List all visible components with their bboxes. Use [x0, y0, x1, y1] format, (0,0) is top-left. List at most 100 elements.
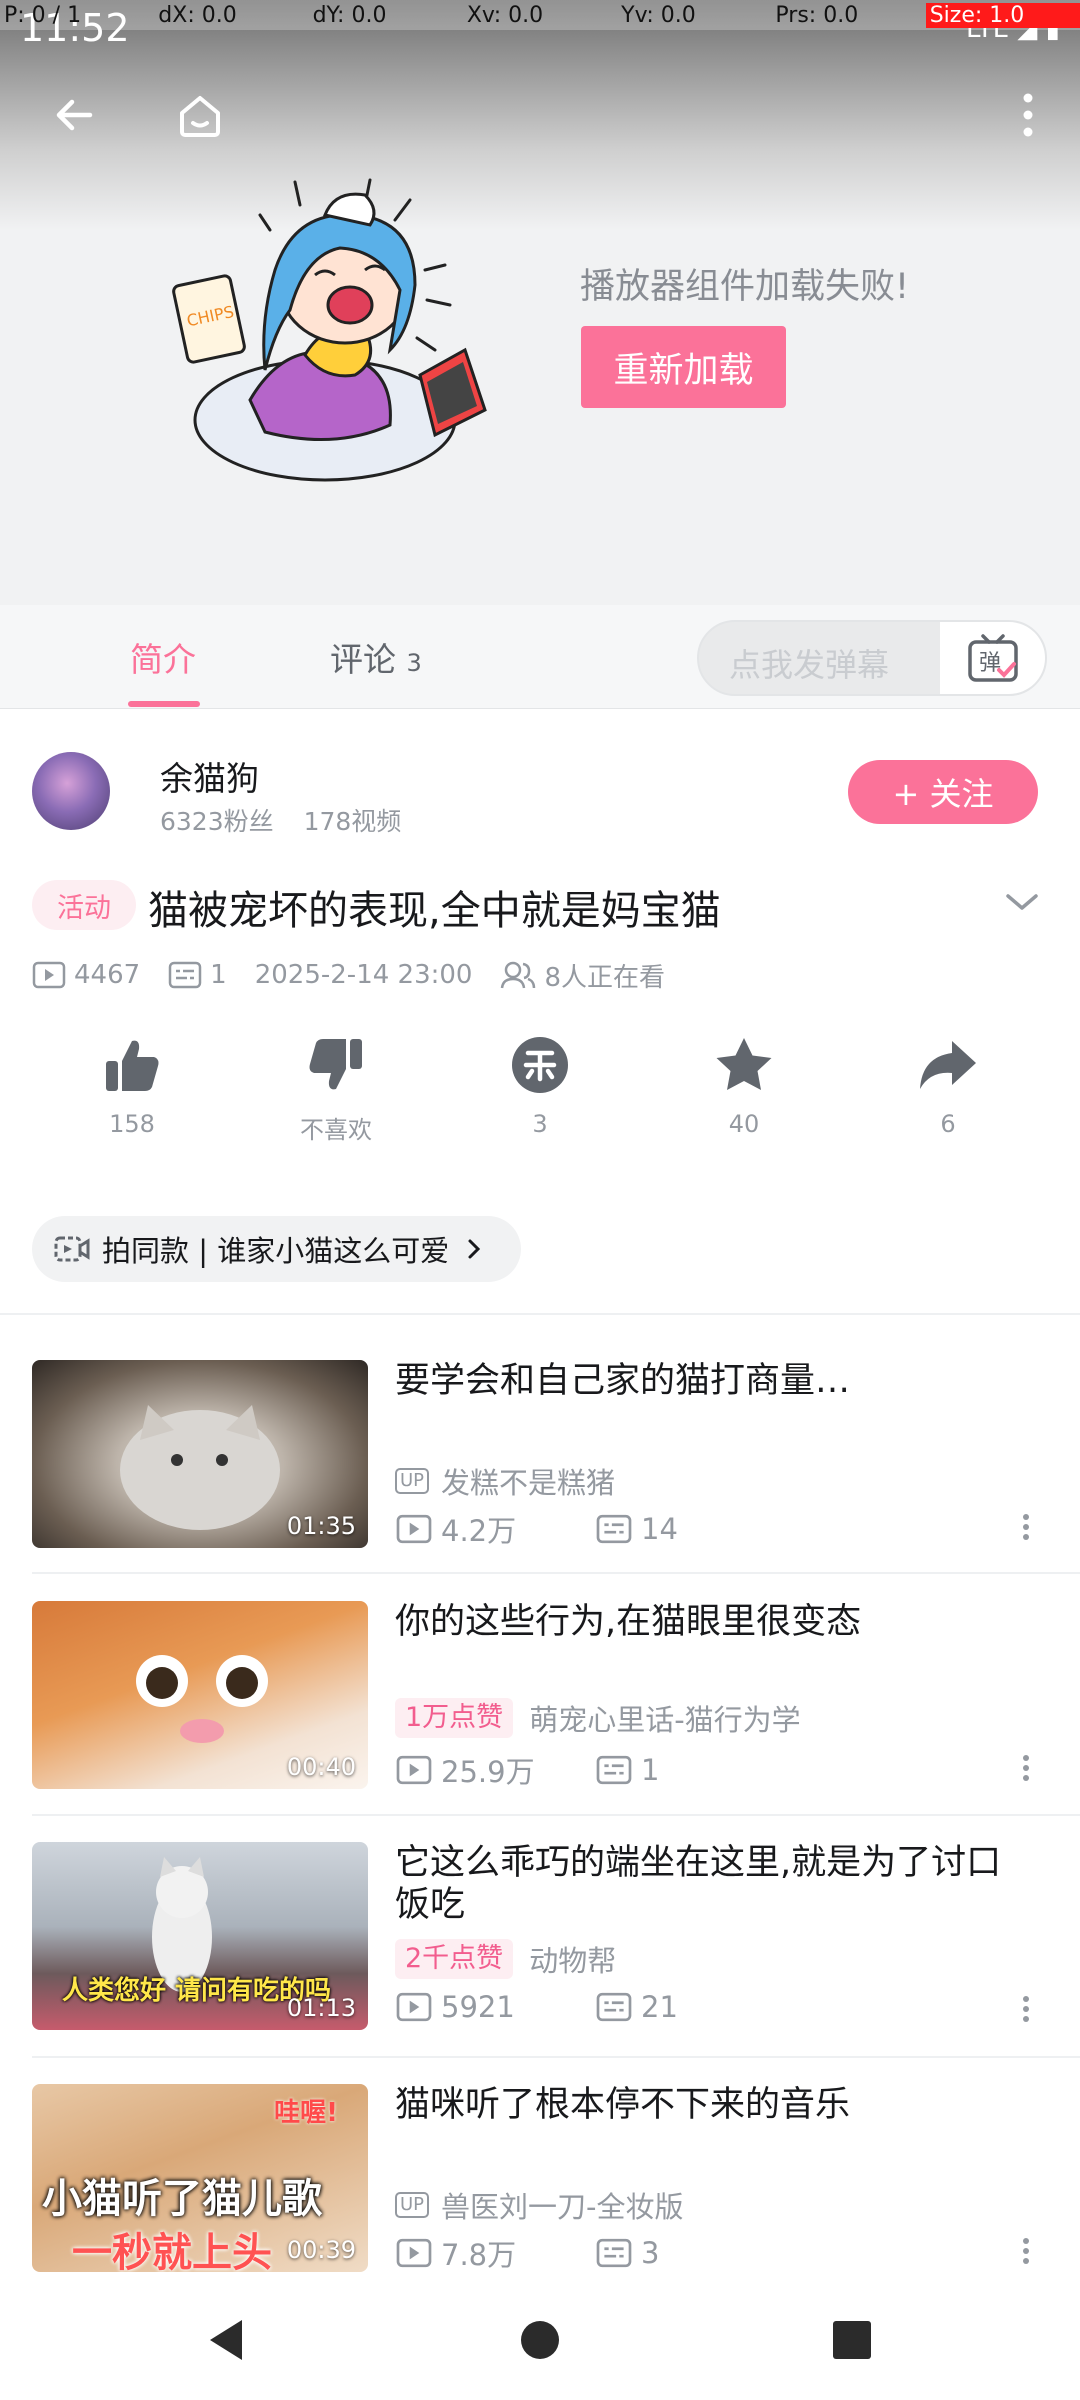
- home-icon[interactable]: [170, 85, 230, 145]
- coin-icon: [512, 1037, 568, 1093]
- video-thumbnail[interactable]: 01:35: [32, 1360, 368, 1548]
- up-badge: UP: [395, 1468, 430, 1494]
- publish-date: 2025-2-14 23:00: [254, 960, 473, 990]
- debug-dy: dY: 0.0: [312, 2, 387, 28]
- author-videos: 178视频: [303, 807, 402, 836]
- more-options-icon[interactable]: [1016, 1751, 1036, 1791]
- uploader-row: UP 兽医刘一刀-全妆版: [395, 2184, 684, 2226]
- list-divider: [32, 1814, 1080, 1816]
- author-avatar[interactable]: [32, 752, 110, 830]
- danmaku-count-icon: [596, 1755, 632, 1785]
- play-count-icon: [32, 961, 66, 989]
- danmaku-count-value: 1: [641, 1753, 660, 1787]
- coin-button[interactable]: 3: [470, 1030, 610, 1138]
- watching-now: 8人正在看: [500, 957, 665, 994]
- like-count: 158: [109, 1110, 155, 1138]
- play-count-icon: [396, 1992, 432, 2022]
- stats-row: 7.8万 3: [395, 2232, 659, 2274]
- chevron-down-icon[interactable]: [998, 878, 1046, 926]
- danmaku-count-value: 14: [641, 1512, 678, 1546]
- uploader-name: 动物帮: [529, 1944, 617, 1978]
- danmaku-bar: 点我发弹幕 弹: [697, 620, 1047, 696]
- people-icon: [501, 961, 536, 989]
- danmaku-input[interactable]: 点我发弹幕: [729, 640, 889, 686]
- danmaku-toggle-icon[interactable]: 弹: [940, 622, 1045, 694]
- play-count: 4467: [32, 960, 140, 990]
- play-count-value: 7.8万: [441, 2238, 517, 2272]
- share-icon: [920, 1041, 976, 1089]
- same-style-pill[interactable]: 拍同款 | 谁家小猫这么可爱: [32, 1216, 522, 1282]
- play-count-value: 4.2万: [441, 1514, 517, 1548]
- list-divider: [32, 1572, 1080, 1574]
- more-options-icon[interactable]: [1016, 1510, 1036, 1550]
- dislike-button[interactable]: 不喜欢: [266, 1030, 406, 1145]
- play-count-value: 4467: [74, 960, 141, 990]
- author-name[interactable]: 余猫狗: [160, 752, 259, 800]
- video-thumbnail[interactable]: 哇喔! 小猫听了猫儿歌 一秒就上头 00:39: [32, 2084, 368, 2272]
- video-player[interactable]: 11:52 LTE ◢ ▮ CHIPS 播放器组件加载失败! 重新加载: [0, 0, 1080, 605]
- favorite-count: 40: [728, 1110, 760, 1138]
- likes-badge: 2千点赞: [395, 1939, 514, 1979]
- share-button[interactable]: 6: [878, 1030, 1018, 1138]
- related-video-item[interactable]: 00:40 你的这些行为,在猫眼里很变态 1万点赞 萌宠心里话-猫行为学 25.9…: [0, 1601, 1080, 1841]
- danmaku-count-value: 21: [641, 1990, 678, 2024]
- share-count: 6: [940, 1110, 956, 1138]
- related-title: 它这么乖巧的端坐在这里,就是为了讨口饭吃: [395, 1843, 1002, 1925]
- uploader-name: 兽医刘一刀-全妆版: [441, 2190, 684, 2224]
- chevron-right-icon: [468, 1239, 481, 1259]
- debug-size: Size: 1.0: [925, 2, 1080, 28]
- tab-intro[interactable]: 简介: [130, 633, 196, 681]
- more-options-icon[interactable]: [1016, 1992, 1036, 2032]
- author-stats: 6323粉丝 178视频: [160, 802, 401, 838]
- debug-dx: dX: 0.0: [158, 2, 237, 28]
- system-nav-bar: [0, 2280, 1080, 2400]
- video-duration: 00:39: [286, 2236, 356, 2264]
- stats-row: 5921 21: [395, 1990, 678, 2024]
- activity-tag[interactable]: 活动: [32, 880, 136, 930]
- danmaku-count-icon: [168, 961, 202, 989]
- nav-recents-icon[interactable]: [822, 2310, 882, 2370]
- video-duration: 01:35: [286, 1512, 356, 1540]
- list-divider: [32, 2056, 1080, 2058]
- video-duration: 01:13: [286, 1994, 356, 2022]
- uploader-row: 2千点赞 动物帮: [395, 1938, 616, 1980]
- coin-count: 3: [532, 1110, 548, 1138]
- danmaku-count-icon: [596, 1992, 632, 2022]
- danmaku-count-icon: [596, 1514, 632, 1544]
- play-count-icon: [396, 2238, 432, 2268]
- play-count-value: 25.9万: [441, 1755, 535, 1789]
- follow-button[interactable]: + 关注: [848, 760, 1038, 824]
- more-options-icon[interactable]: [1016, 2234, 1036, 2274]
- player-error-text: 播放器组件加载失败!: [580, 267, 910, 307]
- thumb-down-icon: [309, 1039, 362, 1090]
- favorite-button[interactable]: 40: [674, 1030, 814, 1138]
- danmaku-toggle-glyph: 弹: [979, 651, 1001, 676]
- video-thumbnail[interactable]: 人类您好 请问有吃的吗 01:13: [32, 1842, 368, 2030]
- tab-comments[interactable]: 评论 3: [330, 633, 422, 681]
- more-menu-icon[interactable]: [998, 85, 1058, 145]
- uploader-row: UP 发糕不是糕猪: [395, 1460, 615, 1502]
- video-duration: 00:40: [286, 1753, 356, 1781]
- thumbnail-corner-caption: 哇喔!: [274, 2098, 338, 2128]
- error-illustration: CHIPS: [165, 170, 510, 490]
- play-count-icon: [396, 1755, 432, 1785]
- uploader-row: 1万点赞 萌宠心里话-猫行为学: [395, 1697, 801, 1739]
- related-video-item[interactable]: 人类您好 请问有吃的吗 01:13 它这么乖巧的端坐在这里,就是为了讨口饭吃 2…: [0, 1842, 1080, 2082]
- dislike-label: 不喜欢: [300, 1116, 372, 1144]
- back-icon[interactable]: [44, 85, 104, 145]
- video-meta: 4467 1 2025-2-14 23:00 8人正在看: [32, 955, 693, 995]
- related-video-item[interactable]: 01:35 要学会和自己家的猫打商量… UP 发糕不是糕猪 4.2万 14: [0, 1360, 1080, 1600]
- like-button[interactable]: 158: [62, 1030, 202, 1138]
- tab-comments-label: 评论: [330, 640, 396, 679]
- debug-xv: Xv: 0.0: [466, 2, 544, 28]
- video-thumbnail[interactable]: 00:40: [32, 1601, 368, 1789]
- nav-home-icon[interactable]: [510, 2310, 570, 2370]
- uploader-name: 萌宠心里话-猫行为学: [529, 1703, 801, 1737]
- danmaku-count-value: 3: [641, 2236, 660, 2270]
- thumb-up-icon: [106, 1040, 159, 1091]
- nav-back-icon[interactable]: [196, 2310, 256, 2370]
- likes-badge: 1万点赞: [395, 1698, 514, 1738]
- debug-prs: Prs: 0.0: [775, 2, 859, 28]
- reload-button[interactable]: 重新加载: [581, 326, 786, 408]
- debug-pointer: P: 0 / 1: [4, 2, 82, 28]
